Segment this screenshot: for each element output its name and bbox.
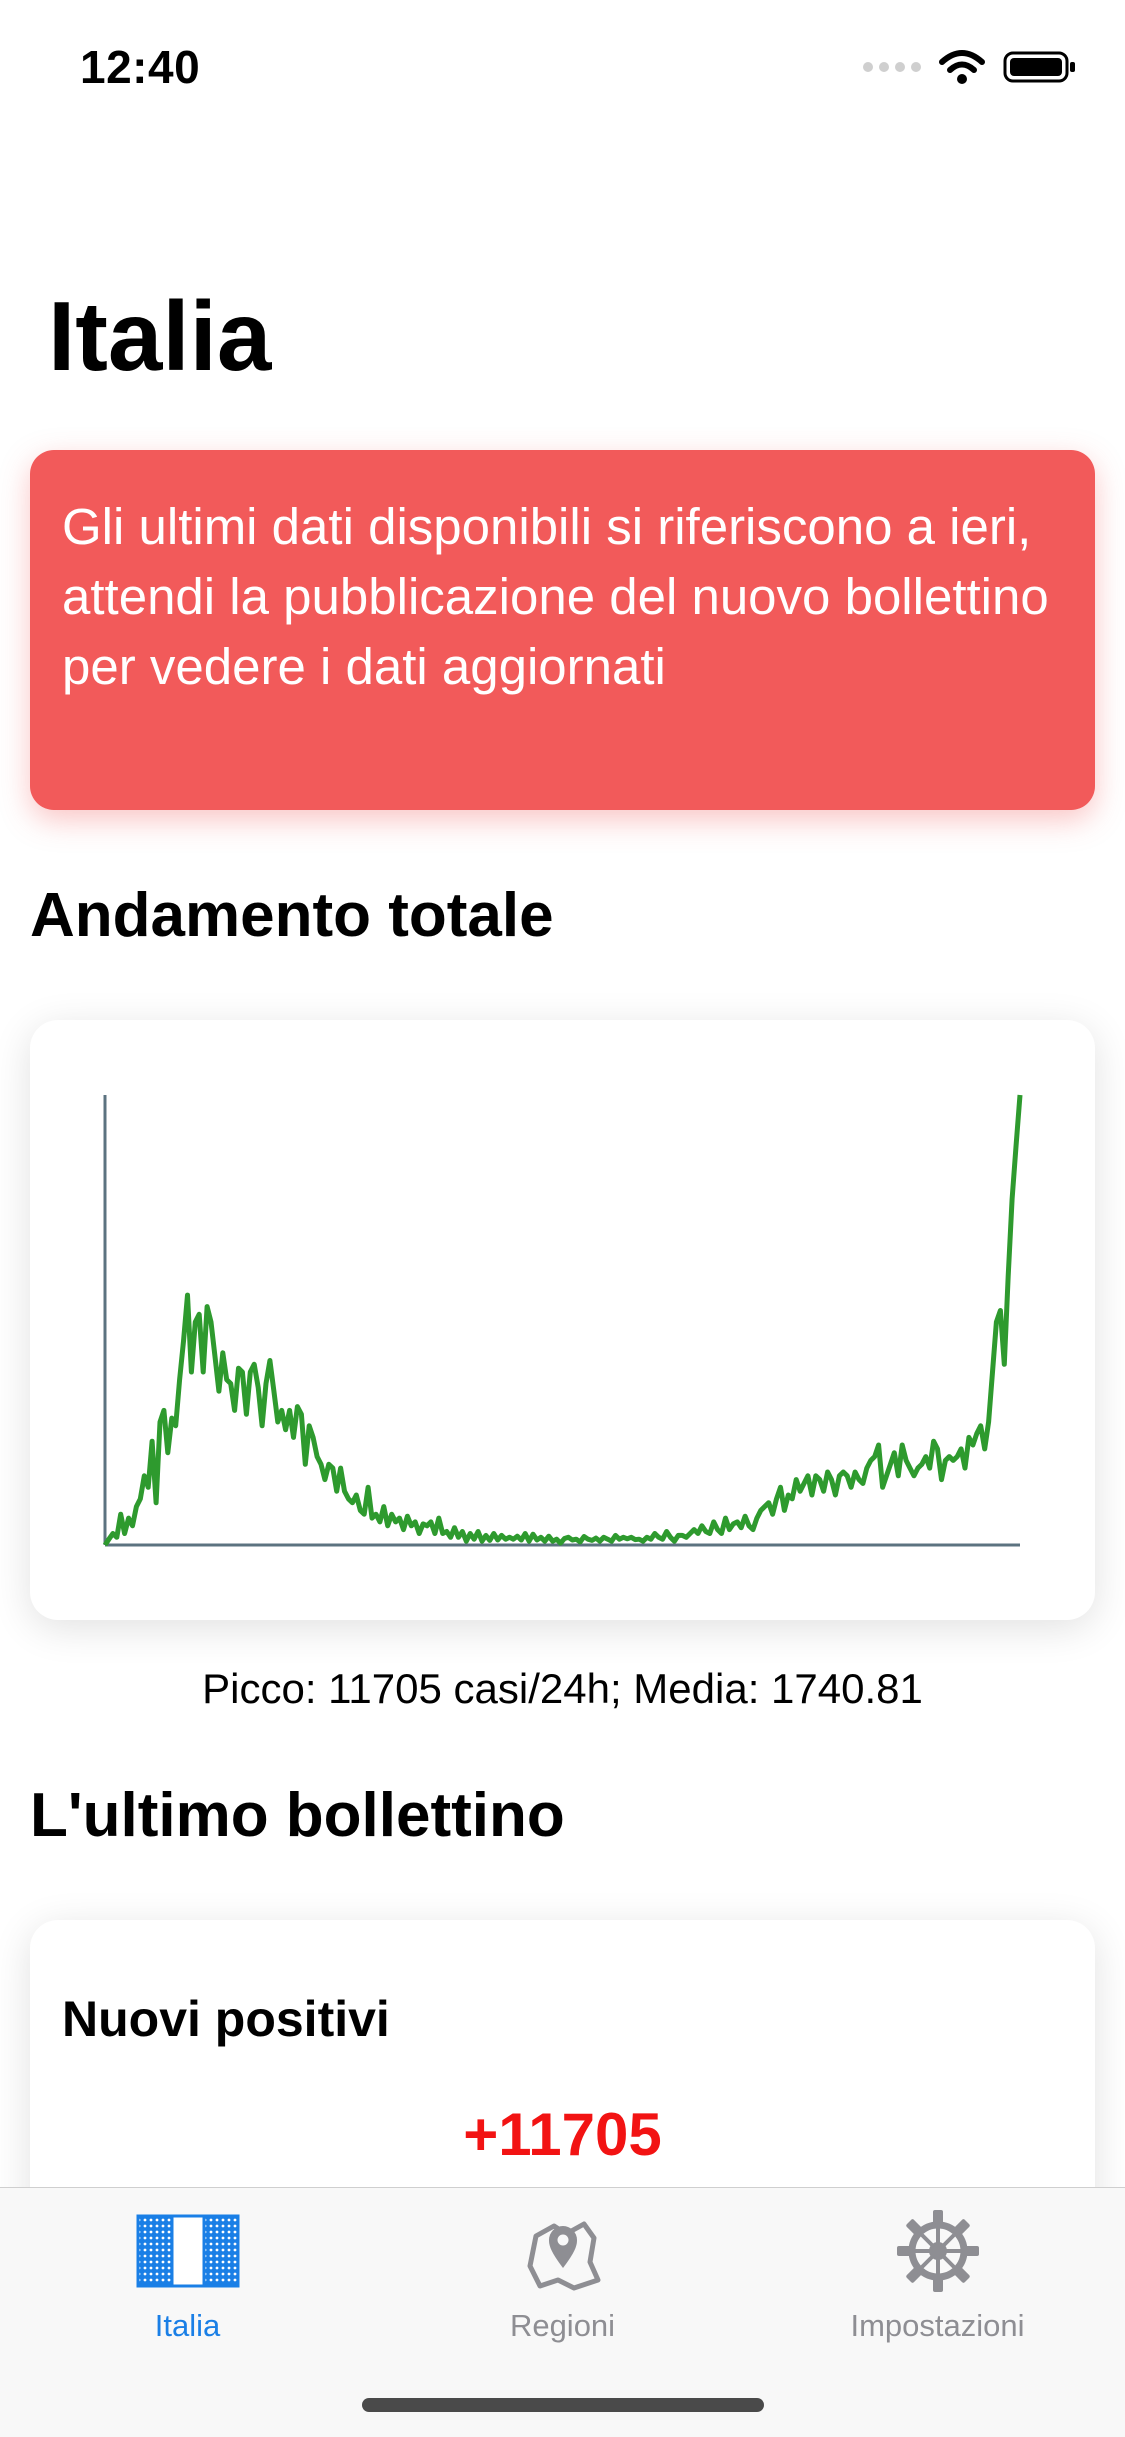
home-indicator	[362, 2398, 764, 2412]
stale-data-alert: Gli ultimi dati disponibili si riferisco…	[30, 450, 1095, 810]
alert-message: Gli ultimi dati disponibili si riferisco…	[62, 498, 1049, 695]
gear-icon	[896, 2210, 979, 2292]
tab-regioni[interactable]: Regioni	[375, 2206, 750, 2366]
map-pin-icon	[527, 2221, 600, 2291]
tab-impostazioni[interactable]: Impostazioni	[750, 2206, 1125, 2366]
new-positives-value: +11705	[463, 2101, 662, 2168]
chart-caption: Picco: 11705 casi/24h; Media: 1740.81	[202, 1665, 923, 1712]
tab-italia-label: Italia	[154, 2308, 221, 2343]
tab-italia[interactable]: Italia	[0, 2206, 375, 2366]
status-time: 12:40	[80, 41, 201, 93]
battery-icon	[1003, 51, 1075, 83]
chart-series-line	[102, 1094, 1023, 1547]
cellular-signal-icon	[863, 62, 921, 72]
bulletin-section-title: L'ultimo bollettino	[30, 1781, 565, 1850]
tab-impostazioni-label: Impostazioni	[850, 2308, 1025, 2343]
trend-chart	[102, 1094, 1023, 1547]
new-positives-label: Nuovi positivi	[62, 1991, 390, 2047]
wifi-icon	[939, 50, 985, 84]
page-title: Italia	[48, 281, 272, 391]
tab-regioni-label: Regioni	[509, 2308, 616, 2343]
trend-chart-card	[30, 1020, 1095, 1620]
italy-flag-icon	[136, 2214, 239, 2288]
status-icons	[863, 50, 1077, 84]
trend-section-title: Andamento totale	[30, 881, 554, 950]
status-bar: 12:40	[0, 0, 1125, 140]
